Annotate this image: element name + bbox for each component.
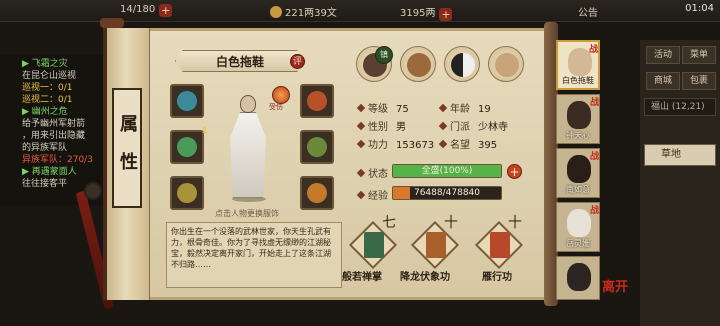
- silver-counter: 221两39文: [270, 4, 337, 19]
- skill-name-3: 雁行功: [482, 272, 512, 283]
- add-stamina-button[interactable]: +: [159, 4, 173, 17]
- stat-exp-label: 经验: [356, 187, 388, 202]
- shop-button[interactable]: 商城: [646, 72, 680, 90]
- skill-slot-3[interactable]: 十: [474, 215, 524, 270]
- equip-slot-amulet[interactable]: [300, 176, 334, 210]
- activity-button[interactable]: 活动: [646, 46, 680, 64]
- character-robe: [230, 112, 266, 198]
- change-outfit-hint: 点击人物更换服饰: [215, 209, 279, 218]
- scroll-knot: [84, 182, 102, 200]
- team-member-4[interactable]: 战岳灵姗: [556, 202, 600, 252]
- skill-slot-1[interactable]: 七: [348, 215, 398, 270]
- equip-slot-shoes[interactable]: [170, 84, 204, 118]
- team-member-5[interactable]: [556, 256, 600, 300]
- character-head: [240, 95, 256, 113]
- add-gold-button[interactable]: +: [439, 8, 453, 21]
- attributes-tab-label[interactable]: 属性: [112, 88, 142, 208]
- skill-slot-2[interactable]: 十: [410, 215, 460, 270]
- character-name: 白色拖鞋: [215, 55, 264, 69]
- team-member-3[interactable]: 战南如意: [556, 148, 600, 198]
- stat-gender: 性别男: [356, 118, 406, 133]
- team-member-1[interactable]: 战白色拖鞋: [556, 40, 600, 90]
- stat-status-label: 状态: [356, 165, 388, 180]
- stat-fame: 名望 395: [438, 136, 497, 151]
- stamina-counter: 14/180 +: [120, 4, 173, 17]
- equip-slot-belt[interactable]: [300, 84, 334, 118]
- stat-level: 等级 75: [356, 100, 409, 115]
- equip-slot-armor[interactable]: [300, 130, 334, 164]
- right-menu-panel: 活动 菜单 商城 包裹 福山 (12,21) 草地: [640, 40, 720, 326]
- quest-title[interactable]: ▶ 飞霜之灾: [22, 58, 110, 70]
- coin-icon: [270, 6, 282, 18]
- fire-status-label: 受伤: [269, 103, 283, 111]
- announcement-button[interactable]: 公告: [578, 4, 598, 19]
- taiji-icon[interactable]: [444, 46, 480, 82]
- stat-age: 年龄 19: [438, 100, 491, 115]
- heal-add-button[interactable]: +: [507, 164, 522, 179]
- skill-name-1: 般若禅掌: [342, 272, 382, 283]
- meridian-figure-icon[interactable]: [488, 46, 524, 82]
- team-member-2[interactable]: 战钟天心: [556, 94, 600, 144]
- scroll-roller: [100, 18, 124, 28]
- character-biography: 你出生在一个没落的武林世家，你天生孔武有力，根骨奇佳。你为了寻找虚无缥缈的江湖秘…: [166, 222, 342, 288]
- treasure-chest-icon[interactable]: [400, 46, 436, 82]
- lock-badge: 镇: [375, 46, 393, 64]
- skill-name-2: 降龙伏象功: [400, 272, 450, 283]
- equip-slot-bracer[interactable]: 1: [170, 126, 208, 164]
- stat-power: 功力 153673: [356, 136, 434, 151]
- quest-title[interactable]: ▶ 再遇蒙面人: [22, 166, 110, 178]
- nearby-list-item[interactable]: 草地: [644, 144, 716, 166]
- menu-button[interactable]: 菜单: [682, 46, 716, 64]
- leave-button[interactable]: 离开: [602, 276, 628, 295]
- bag-button[interactable]: 包裹: [682, 72, 716, 90]
- equip-slot-ring[interactable]: [170, 176, 204, 210]
- rating-badge[interactable]: 评: [290, 54, 305, 69]
- status-bar: 全盛(100%): [392, 164, 502, 178]
- gold-counter: 3195两 +: [400, 8, 453, 21]
- minimap-location[interactable]: 福山 (12,21): [644, 98, 716, 116]
- clock: 01:04: [685, 3, 714, 14]
- quest-title[interactable]: ▶ 幽州之危: [22, 106, 110, 118]
- exp-bar: 76488/478840: [392, 186, 502, 200]
- stat-sect: 门派 少林寺: [438, 118, 508, 133]
